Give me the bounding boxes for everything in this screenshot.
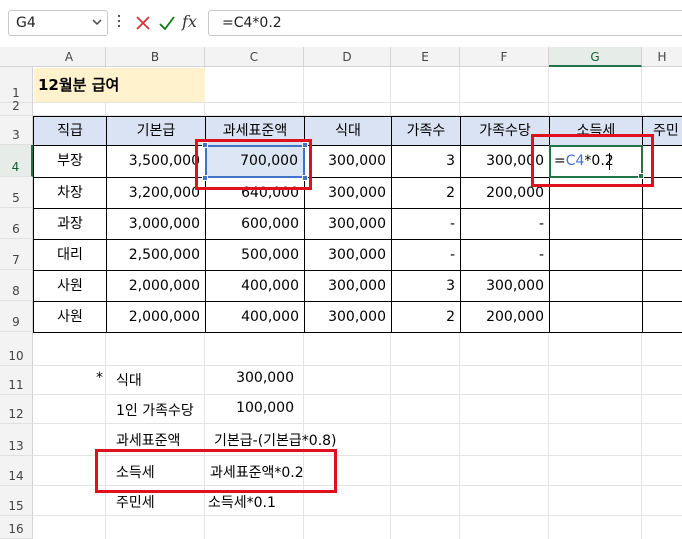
row-header-14[interactable]: 14 bbox=[0, 456, 33, 486]
table-cell[interactable]: - bbox=[391, 239, 461, 271]
table-cell[interactable]: 600,000 bbox=[205, 208, 305, 240]
red-highlight-box-g4 bbox=[531, 134, 654, 187]
note-value[interactable]: 소득세*0.1 bbox=[208, 492, 276, 512]
table-cell[interactable]: 400,000 bbox=[205, 270, 305, 302]
row-header-13[interactable]: 13 bbox=[0, 424, 33, 456]
table-cell[interactable]: - bbox=[460, 239, 550, 271]
table-cell[interactable] bbox=[549, 301, 643, 333]
table-cell[interactable]: 과장 bbox=[33, 208, 107, 240]
row-header-11[interactable]: 11 bbox=[0, 366, 33, 395]
note-label[interactable]: 식대 bbox=[116, 370, 142, 390]
note-value[interactable]: 기본급-(기본급*0.8) bbox=[214, 430, 337, 450]
column-header-e[interactable]: E bbox=[391, 47, 460, 67]
formula-bar: G4 fx =C4*0.2 bbox=[0, 0, 682, 47]
column-header-h[interactable]: H bbox=[642, 47, 682, 67]
table-cell[interactable]: 3 bbox=[391, 270, 461, 302]
column-header-g[interactable]: G bbox=[549, 47, 642, 67]
row-header-2[interactable]: 2 bbox=[0, 99, 33, 116]
table-cell[interactable]: 2,000,000 bbox=[106, 270, 206, 302]
table-cell[interactable]: 500,000 bbox=[205, 239, 305, 271]
table-header-cell[interactable]: 가족수 bbox=[391, 116, 461, 146]
note-label[interactable]: 과세표준액 bbox=[116, 430, 180, 450]
row-header-8[interactable]: 8 bbox=[0, 270, 33, 301]
cancel-icon[interactable] bbox=[133, 13, 153, 33]
more-options-icon[interactable] bbox=[116, 13, 122, 33]
row-header-15[interactable]: 15 bbox=[0, 486, 33, 516]
table-cell[interactable]: 300,000 bbox=[304, 239, 392, 271]
row-header-6[interactable]: 6 bbox=[0, 208, 33, 239]
name-box[interactable]: G4 bbox=[8, 10, 108, 36]
sheet-title[interactable]: 12월분 급여 bbox=[34, 68, 205, 102]
table-cell[interactable] bbox=[642, 239, 682, 271]
row-header-10[interactable]: 10 bbox=[0, 332, 33, 366]
red-highlight-box-note bbox=[95, 449, 337, 493]
note-value[interactable]: 100,000 bbox=[236, 400, 294, 416]
table-cell[interactable]: 대리 bbox=[33, 239, 107, 271]
table-header-cell[interactable]: 식대 bbox=[304, 116, 392, 146]
table-cell[interactable]: - bbox=[391, 208, 461, 240]
column-headers: A B C D E F G H bbox=[0, 47, 682, 67]
row-header-3[interactable]: 3 bbox=[0, 116, 33, 145]
formula-value: =C4*0.2 bbox=[222, 15, 282, 31]
table-cell[interactable] bbox=[549, 239, 643, 271]
chevron-down-icon[interactable] bbox=[90, 15, 104, 29]
name-box-value: G4 bbox=[16, 15, 36, 31]
table-cell[interactable]: 2,000,000 bbox=[106, 301, 206, 333]
note-bullet[interactable]: * bbox=[96, 370, 103, 386]
note-label[interactable]: 1인 가족수당 bbox=[116, 400, 194, 420]
table-cell[interactable]: 400,000 bbox=[205, 301, 305, 333]
table-cell[interactable]: 차장 bbox=[33, 177, 107, 209]
note-label[interactable]: 주민세 bbox=[116, 492, 155, 512]
column-header-a[interactable]: A bbox=[33, 47, 106, 67]
table-cell[interactable]: 2 bbox=[391, 177, 461, 209]
row-header-1[interactable]: 1 bbox=[0, 67, 33, 103]
table-cell[interactable]: 300,000 bbox=[304, 177, 392, 209]
table-cell[interactable] bbox=[549, 208, 643, 240]
table-cell[interactable] bbox=[642, 270, 682, 302]
table-cell[interactable]: 3,000,000 bbox=[106, 208, 206, 240]
table-cell[interactable]: 300,000 bbox=[304, 145, 392, 178]
formula-input[interactable]: =C4*0.2 bbox=[208, 10, 682, 36]
row-header-5[interactable]: 5 bbox=[0, 177, 33, 208]
row-header-7[interactable]: 7 bbox=[0, 239, 33, 270]
table-cell[interactable]: 3,200,000 bbox=[106, 177, 206, 209]
table-cell[interactable]: 300,000 bbox=[460, 270, 550, 302]
red-highlight-box-c4 bbox=[195, 139, 312, 190]
column-header-f[interactable]: F bbox=[460, 47, 549, 67]
table-cell[interactable]: 2 bbox=[391, 301, 461, 333]
row-header-9[interactable]: 9 bbox=[0, 301, 33, 332]
table-cell[interactable]: 2,500,000 bbox=[106, 239, 206, 271]
row-header-4[interactable]: 4 bbox=[0, 145, 33, 177]
table-cell[interactable]: 200,000 bbox=[460, 301, 550, 333]
table-cell[interactable]: 사원 bbox=[33, 301, 107, 333]
note-value[interactable]: 300,000 bbox=[236, 370, 294, 386]
column-header-d[interactable]: D bbox=[304, 47, 391, 67]
table-header-cell[interactable]: 직급 bbox=[33, 116, 107, 146]
table-cell[interactable]: 300,000 bbox=[304, 208, 392, 240]
enter-check-icon[interactable] bbox=[157, 13, 177, 33]
table-cell[interactable]: 3 bbox=[391, 145, 461, 178]
table-cell[interactable]: 부장 bbox=[33, 145, 107, 178]
table-cell[interactable]: - bbox=[460, 208, 550, 240]
table-cell[interactable]: 300,000 bbox=[304, 270, 392, 302]
insert-function-icon[interactable]: fx bbox=[182, 12, 197, 31]
table-cell[interactable]: 300,000 bbox=[304, 301, 392, 333]
table-cell[interactable] bbox=[642, 208, 682, 240]
row-header-12[interactable]: 12 bbox=[0, 395, 33, 424]
table-cell[interactable] bbox=[642, 301, 682, 333]
table-cell[interactable]: 3,500,000 bbox=[106, 145, 206, 178]
table-cell[interactable]: 사원 bbox=[33, 270, 107, 302]
column-header-c[interactable]: C bbox=[205, 47, 304, 67]
column-header-b[interactable]: B bbox=[106, 47, 205, 67]
table-cell[interactable] bbox=[549, 270, 643, 302]
table-header-cell[interactable]: 기본급 bbox=[106, 116, 206, 146]
row-header-16[interactable]: 16 bbox=[0, 516, 33, 539]
